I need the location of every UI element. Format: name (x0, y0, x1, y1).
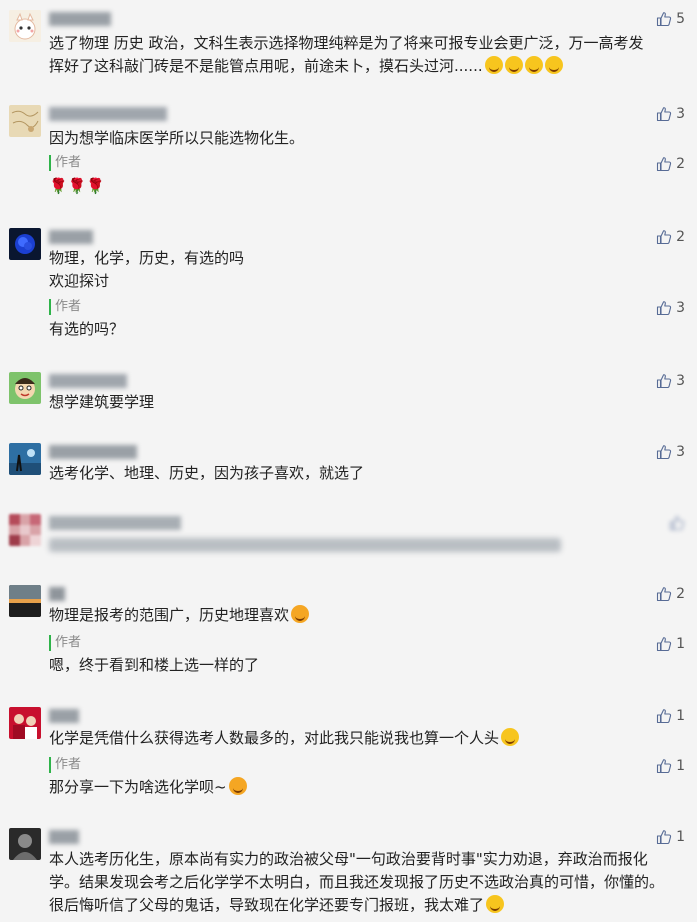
like-count: 2 (676, 229, 685, 245)
nickname[interactable] (49, 230, 93, 244)
like-count: 1 (676, 636, 685, 652)
comment-text: 因为想学临床医学所以只能选物化生。 (49, 129, 305, 147)
thumbs-up-icon (656, 11, 672, 27)
avatar[interactable] (9, 585, 41, 617)
like-count: 1 (676, 829, 685, 845)
avatar[interactable] (9, 372, 41, 404)
nickname[interactable] (49, 445, 137, 459)
like-button[interactable]: 1 (656, 707, 685, 725)
like-button[interactable]: 1 (656, 828, 685, 846)
thumbs-up-icon (656, 636, 672, 652)
comment-text: 选考化学、地理、历史，因为孩子喜欢，就选了 (49, 464, 365, 482)
avatar[interactable] (9, 707, 41, 739)
thumbs-up-icon (669, 515, 685, 531)
like-count: 3 (676, 300, 685, 316)
comment-text: 物理是报考的范围广，历史地理喜欢 (49, 604, 657, 627)
like-count: 1 (676, 758, 685, 774)
reply-text: 有选的吗？ (49, 320, 125, 338)
comment-text: 本人选考历化生，原本尚有实力的政治被父母"一句政治要背时事"实力劝退，弃政治而报… (49, 848, 669, 917)
like-button[interactable]: 2 (656, 155, 685, 173)
reply-text: 🌹🌹🌹 (49, 177, 106, 195)
heart-eyes-emoji (291, 605, 310, 623)
crying-emoji (484, 56, 503, 74)
comment-text: 想学建筑要学理 (49, 393, 155, 411)
sad-emoji (486, 895, 505, 913)
like-count: 3 (676, 373, 685, 389)
thumbs-up-icon (656, 444, 672, 460)
avatar[interactable] (9, 514, 41, 546)
like-button[interactable]: 2 (656, 228, 685, 246)
comment-text: 选了物理 历史 政治，文科生表示选择物理纯粹是为了将来可报专业会更广泛，万一高考… (49, 32, 657, 78)
thumbs-up-icon (656, 586, 672, 602)
grin-emoji (501, 728, 520, 746)
like-count: 1 (676, 708, 685, 724)
comment-body: 本人选考历化生，原本尚有实力的政治被父母"一句政治要背时事"实力劝退，弃政治而报… (49, 850, 665, 914)
heart-eyes-emoji (228, 777, 247, 795)
like-button[interactable] (669, 514, 685, 532)
like-count: 2 (676, 156, 685, 172)
nickname[interactable] (49, 12, 111, 26)
like-count: 5 (676, 11, 685, 27)
author-tag: 作者 (49, 757, 81, 773)
thumbs-up-icon (656, 300, 672, 316)
comments-list: 5 选了物理 历史 政治，文科生表示选择物理纯粹是为了将来可报专业会更广泛，万一… (0, 0, 697, 922)
thumbs-up-icon (656, 758, 672, 774)
nickname[interactable] (49, 709, 79, 723)
like-button[interactable]: 3 (656, 105, 685, 123)
author-tag: 作者 (49, 635, 81, 651)
reply-text: 嗯，终于看到和楼上选一样的了 (49, 656, 260, 674)
blurred-comment-text (49, 538, 561, 552)
like-button[interactable]: 1 (656, 757, 685, 775)
nickname[interactable] (49, 374, 127, 388)
author-tag: 作者 (49, 155, 81, 171)
comment-text: 化学是凭借什么获得选考人数最多的，对此我只能说我也算一个人头 (49, 727, 657, 750)
comment-body: 化学是凭借什么获得选考人数最多的，对此我只能说我也算一个人头 (49, 729, 500, 747)
nickname[interactable] (49, 107, 167, 121)
like-count: 3 (676, 444, 685, 460)
like-count: 2 (676, 586, 685, 602)
laughing-emoji (544, 56, 563, 74)
avatar[interactable] (9, 828, 41, 860)
like-button[interactable]: 3 (656, 443, 685, 461)
thumbs-up-icon (656, 229, 672, 245)
crying-emoji (504, 56, 523, 74)
avatar[interactable] (9, 228, 41, 260)
like-button[interactable]: 2 (656, 585, 685, 603)
nickname[interactable] (49, 516, 181, 530)
laughing-emoji (524, 56, 543, 74)
comment-text: 物理，化学，历史，有选的吗 欢迎探讨 (49, 249, 245, 290)
like-button[interactable]: 5 (656, 10, 685, 28)
nickname[interactable] (49, 830, 79, 844)
thumbs-up-icon (656, 106, 672, 122)
avatar[interactable] (9, 443, 41, 475)
like-button[interactable]: 3 (656, 372, 685, 390)
thumbs-up-icon (656, 829, 672, 845)
author-tag: 作者 (49, 299, 81, 315)
thumbs-up-icon (656, 708, 672, 724)
avatar[interactable] (9, 105, 41, 137)
nickname[interactable] (49, 587, 65, 601)
comment-body: 物理是报考的范围广，历史地理喜欢 (49, 606, 290, 624)
reply-text: 那分享一下为啥选化学呗~ (49, 776, 657, 799)
like-count: 3 (676, 106, 685, 122)
thumbs-up-icon (656, 373, 672, 389)
like-button[interactable]: 1 (656, 635, 685, 653)
reply-body: 那分享一下为啥选化学呗~ (49, 778, 227, 796)
like-button[interactable]: 3 (656, 299, 685, 317)
thumbs-up-icon (656, 156, 672, 172)
avatar[interactable] (9, 10, 41, 42)
